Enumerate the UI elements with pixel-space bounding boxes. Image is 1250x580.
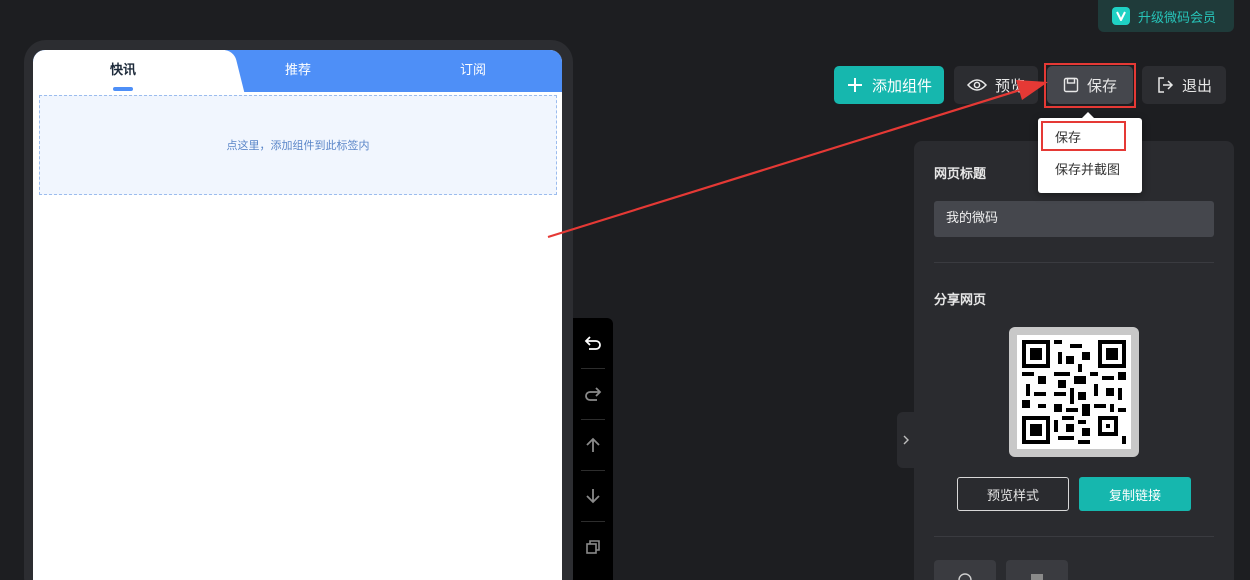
chevron-right-icon	[903, 435, 909, 445]
panel-collapse-handle[interactable]	[897, 412, 914, 468]
preview-label: 预览	[994, 76, 1025, 95]
plus-icon	[847, 78, 862, 92]
tab-dingyue[interactable]: 订阅	[453, 50, 493, 92]
editor-root: 升级微码会员 快讯 推荐 订阅 点这里，添加组件到此标签内 添加组件 预览 保存…	[0, 0, 1250, 580]
copy-icon[interactable]	[573, 522, 613, 572]
save-highlight-box	[1044, 63, 1136, 108]
tab-bar: 快讯 推荐 订阅	[33, 50, 562, 92]
share-page-label: 分享网页	[934, 293, 987, 308]
dropdown-item-save-and-screenshot[interactable]: 保存并截图	[1038, 156, 1142, 186]
page-title-input[interactable]: 我的微码	[934, 201, 1214, 237]
panel-divider	[934, 262, 1214, 263]
qr-code-frame	[1009, 327, 1139, 457]
add-component-label: 添加组件	[871, 76, 932, 95]
add-component-dropzone[interactable]: 点这里，添加组件到此标签内	[39, 95, 557, 195]
upgrade-label: 升级微码会员	[1138, 10, 1217, 26]
add-component-button[interactable]: 添加组件	[834, 66, 944, 104]
qr-code	[1017, 335, 1131, 449]
save-option-highlight-box	[1041, 121, 1126, 151]
move-up-icon[interactable]	[573, 420, 613, 470]
phone-screen: 快讯 推荐 订阅 点这里，添加组件到此标签内	[33, 50, 562, 580]
preview-style-button[interactable]: 预览样式	[957, 477, 1069, 511]
style-tile-1[interactable]	[934, 560, 996, 580]
exit-button[interactable]: 退出	[1142, 66, 1226, 104]
page-title-label: 网页标题	[934, 167, 987, 182]
tab-kuaixun[interactable]: 快讯	[103, 50, 143, 92]
exit-icon	[1158, 77, 1174, 93]
pattern-icon	[1031, 574, 1043, 580]
undo-icon[interactable]	[573, 318, 613, 368]
panel-divider	[934, 536, 1214, 537]
style-tile-2[interactable]	[1006, 560, 1068, 580]
preview-button[interactable]: 预览	[954, 66, 1038, 104]
copy-link-button[interactable]: 复制链接	[1079, 477, 1191, 511]
exit-label: 退出	[1181, 76, 1212, 95]
move-down-icon[interactable]	[573, 471, 613, 521]
active-tab-indicator	[113, 87, 133, 91]
tab-tuijian[interactable]: 推荐	[278, 50, 318, 92]
v-logo-icon	[1112, 7, 1130, 25]
vertical-toolbar	[573, 318, 613, 580]
palette-icon	[958, 573, 972, 580]
eye-icon	[966, 79, 987, 91]
upgrade-member-button[interactable]: 升级微码会员	[1098, 0, 1234, 32]
settings-panel: 网页标题 我的微码 分享网页 预览样式 复制链接	[914, 141, 1234, 580]
redo-icon[interactable]	[573, 369, 613, 419]
